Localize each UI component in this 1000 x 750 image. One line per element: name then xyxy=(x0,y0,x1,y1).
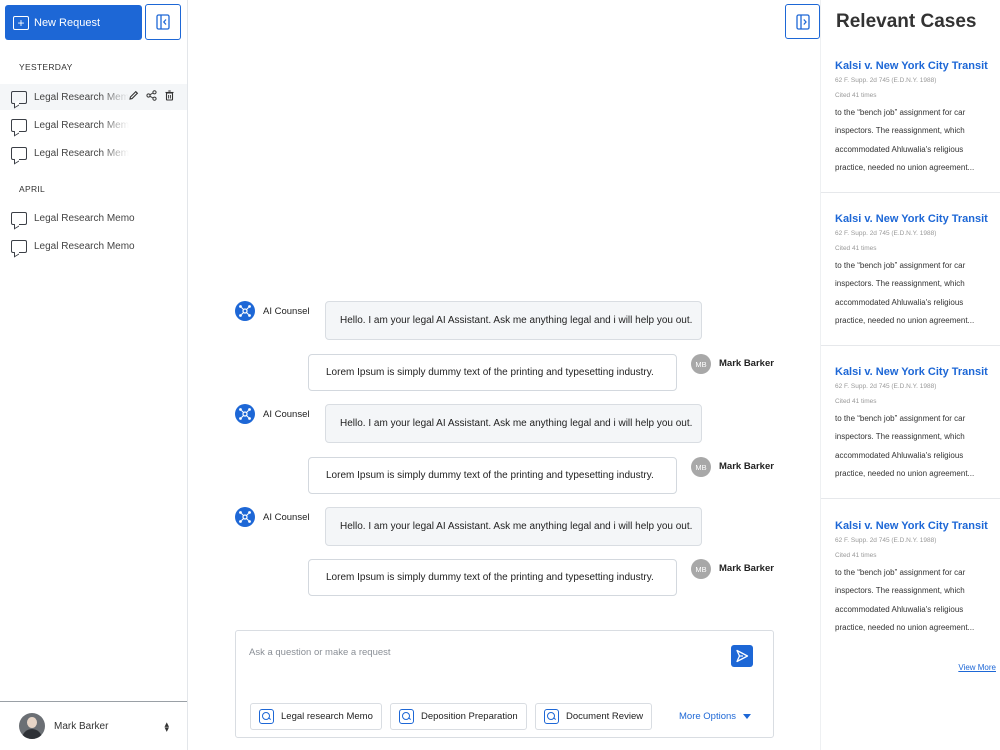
case-link[interactable]: Kalsi v. New York City Transit xyxy=(835,60,988,72)
ai-counsel-icon xyxy=(235,404,255,424)
case-excerpt: to the “bench job” assignment for car in… xyxy=(835,108,975,172)
history-item-label: Legal Research Memo xyxy=(34,91,129,103)
history-item-label: Legal Research Memo xyxy=(34,240,135,252)
send-button[interactable] xyxy=(731,645,753,667)
user-sender-name: Mark Barker xyxy=(719,358,774,369)
relevant-cases-panel: Relevant Cases Kalsi v. New York City Tr… xyxy=(820,0,1000,750)
chat-bubble-icon xyxy=(11,90,27,104)
ai-sender-name: AI Counsel xyxy=(263,409,310,420)
case-citation: 62 F. Supp. 2d 745 (E.D.N.Y. 1988) xyxy=(835,537,937,544)
history-sidebar: + New Request YESTERDAY Legal Research M… xyxy=(0,0,188,750)
history-item-label: Legal Research Memo xyxy=(34,119,129,131)
case-cited-count: Cited 41 times xyxy=(835,92,877,99)
sidebar-collapse-icon xyxy=(156,14,170,30)
case-card: Kalsi v. New York City Transit 62 F. Sup… xyxy=(821,213,1000,346)
case-citation: 62 F. Supp. 2d 745 (E.D.N.Y. 1988) xyxy=(835,383,937,390)
panel-title: Relevant Cases xyxy=(836,11,977,32)
collapse-sidebar-button[interactable] xyxy=(145,4,181,40)
caret-down-icon xyxy=(743,714,752,719)
user-message-bubble: Lorem Ipsum is simply dummy text of the … xyxy=(308,559,677,596)
case-card: Kalsi v. New York City Transit 62 F. Sup… xyxy=(821,520,1000,650)
user-message: Lorem Ipsum is simply dummy text of the … xyxy=(308,354,778,392)
ai-message: AI Counsel Hello. I am your legal AI Ass… xyxy=(235,301,705,341)
chip-deposition-preparation[interactable]: Deposition Preparation xyxy=(390,703,527,730)
more-options-label: More Options xyxy=(679,711,737,722)
case-cited-count: Cited 41 times xyxy=(835,245,877,252)
send-icon xyxy=(736,649,749,663)
chip-label: Deposition Preparation xyxy=(421,711,518,722)
panel-toggle-icon xyxy=(795,13,810,30)
view-more-link[interactable]: View More xyxy=(958,663,996,672)
question-input[interactable] xyxy=(249,647,709,658)
section-title-yesterday: YESTERDAY xyxy=(19,62,73,72)
user-message-bubble: Lorem Ipsum is simply dummy text of the … xyxy=(308,354,677,391)
user-initials-badge: MB xyxy=(691,354,711,374)
case-citation: 62 F. Supp. 2d 745 (E.D.N.Y. 1988) xyxy=(835,77,937,84)
chat-bubble-icon xyxy=(11,239,27,253)
history-item-label: Legal Research Memo xyxy=(34,147,129,159)
search-icon xyxy=(259,709,274,724)
user-sender-name: Mark Barker xyxy=(719,461,774,472)
ai-message-bubble: Hello. I am your legal AI Assistant. Ask… xyxy=(325,301,702,340)
new-request-label: New Request xyxy=(34,16,101,29)
more-options-dropdown[interactable]: More Options xyxy=(679,711,752,722)
app-root: + New Request YESTERDAY Legal Research M… xyxy=(0,0,1000,750)
chat-bubble-icon xyxy=(11,211,27,225)
ai-sender-name: AI Counsel xyxy=(263,512,310,523)
search-icon xyxy=(399,709,414,724)
share-icon[interactable] xyxy=(146,90,157,101)
edit-icon[interactable] xyxy=(128,90,139,101)
case-cited-count: Cited 41 times xyxy=(835,398,877,405)
case-excerpt: to the “bench job” assignment for car in… xyxy=(835,261,975,325)
search-icon xyxy=(544,709,559,724)
ai-message: AI Counsel Hello. I am your legal AI Ass… xyxy=(235,404,705,444)
chip-label: Document Review xyxy=(566,711,644,722)
trash-icon[interactable] xyxy=(164,90,175,101)
chip-legal-research-memo[interactable]: Legal research Memo xyxy=(250,703,382,730)
chat-bubble-icon xyxy=(11,146,27,160)
avatar xyxy=(19,713,45,739)
user-message: Lorem Ipsum is simply dummy text of the … xyxy=(308,457,778,495)
user-initials-badge: MB xyxy=(691,559,711,579)
user-message-bubble: Lorem Ipsum is simply dummy text of the … xyxy=(308,457,677,494)
user-initials-badge: MB xyxy=(691,457,711,477)
new-request-button[interactable]: + New Request xyxy=(5,5,142,40)
case-link[interactable]: Kalsi v. New York City Transit xyxy=(835,213,988,225)
case-cited-count: Cited 41 times xyxy=(835,552,877,559)
history-item-actions xyxy=(128,90,175,101)
ai-sender-name: AI Counsel xyxy=(263,306,310,317)
plus-icon: + xyxy=(13,15,29,30)
history-item[interactable]: Legal Research Memo xyxy=(0,233,187,259)
ai-counsel-icon xyxy=(235,301,255,321)
case-excerpt: to the “bench job” assignment for car in… xyxy=(835,568,975,632)
chat-bubble-icon xyxy=(11,118,27,132)
history-item[interactable]: Legal Research Memo xyxy=(0,112,187,138)
ai-message-bubble: Hello. I am your legal AI Assistant. Ask… xyxy=(325,507,702,546)
case-excerpt: to the “bench job” assignment for car in… xyxy=(835,414,975,478)
ai-counsel-icon xyxy=(235,507,255,527)
chip-label: Legal research Memo xyxy=(281,711,373,722)
history-item-label: Legal Research Memo xyxy=(34,212,135,224)
user-sender-name: Mark Barker xyxy=(719,563,774,574)
case-citation: 62 F. Supp. 2d 745 (E.D.N.Y. 1988) xyxy=(835,230,937,237)
composer: Legal research Memo Deposition Preparati… xyxy=(235,630,774,738)
history-item[interactable]: Legal Research Memo xyxy=(0,140,187,166)
chip-document-review[interactable]: Document Review xyxy=(535,703,653,730)
ai-message: AI Counsel Hello. I am your legal AI Ass… xyxy=(235,507,705,547)
case-card: Kalsi v. New York City Transit 62 F. Sup… xyxy=(821,366,1000,499)
case-link[interactable]: Kalsi v. New York City Transit xyxy=(835,366,988,378)
case-link[interactable]: Kalsi v. New York City Transit xyxy=(835,520,988,532)
user-message: Lorem Ipsum is simply dummy text of the … xyxy=(308,559,778,597)
chevron-up-down-icon[interactable]: ▴ ▾ xyxy=(164,720,169,734)
section-title-april: APRIL xyxy=(19,184,46,194)
history-item[interactable]: Legal Research Memo xyxy=(0,205,187,231)
ai-message-bubble: Hello. I am your legal AI Assistant. Ask… xyxy=(325,404,702,443)
user-name: Mark Barker xyxy=(54,720,109,732)
history-item[interactable]: Legal Research Memo xyxy=(0,84,187,110)
case-card: Kalsi v. New York City Transit 62 F. Sup… xyxy=(821,60,1000,193)
toggle-cases-panel-button[interactable] xyxy=(785,4,820,39)
user-profile-bar[interactable]: Mark Barker ▴ ▾ xyxy=(0,701,187,750)
